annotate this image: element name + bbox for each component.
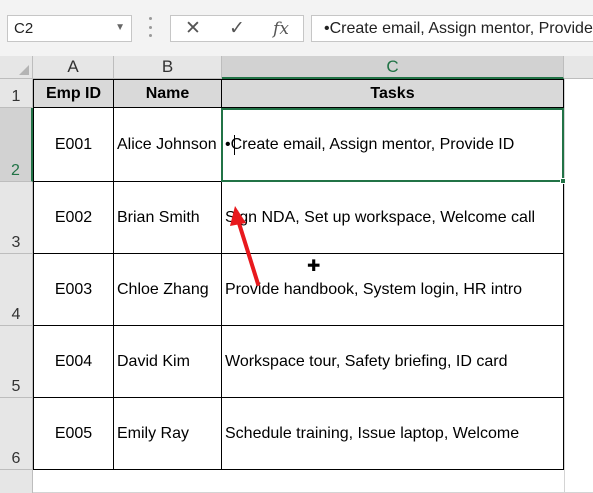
- cell-tasks[interactable]: •Create email, Assign mentor, Provide ID: [222, 108, 564, 182]
- cancel-icon[interactable]: ✕: [178, 17, 208, 40]
- formula-text[interactable]: •Create email, Assign mentor, Provide ID: [324, 20, 593, 38]
- cell-emp-id[interactable]: E001: [33, 108, 114, 182]
- enter-icon[interactable]: ✓: [222, 17, 252, 40]
- cell-tasks[interactable]: Schedule training, Issue laptop, Welcome: [222, 398, 564, 470]
- formula-bar: C2 ▼ ✕ ✓ fx •Create email, Assign mentor…: [0, 0, 593, 56]
- cell-name[interactable]: Alice Johnson: [114, 108, 222, 182]
- row-header-3[interactable]: 3: [0, 182, 33, 254]
- cell-tasks[interactable]: Workspace tour, Safety briefing, ID card: [222, 326, 564, 398]
- cell-tasks[interactable]: Provide handbook, System login, HR intro: [222, 254, 564, 326]
- more-dots-icon: [147, 17, 153, 37]
- column-header-d[interactable]: [564, 56, 593, 79]
- formula-buttons: ✕ ✓ fx: [170, 15, 304, 42]
- column-header-b[interactable]: B: [114, 56, 222, 79]
- plus-cursor-icon: ✚: [307, 258, 321, 275]
- cell-emp-id[interactable]: E004: [33, 326, 114, 398]
- cell-emp-id[interactable]: E003: [33, 254, 114, 326]
- name-box[interactable]: C2 ▼: [7, 15, 132, 42]
- insert-function-icon[interactable]: fx: [266, 19, 296, 39]
- row-header-1[interactable]: 1: [0, 79, 33, 108]
- text-caret: [234, 135, 235, 155]
- select-all-button[interactable]: [0, 56, 33, 79]
- header-cell-name[interactable]: Name: [114, 79, 222, 108]
- column-header-a[interactable]: A: [33, 56, 114, 79]
- cell-tasks[interactable]: Sign NDA, Set up workspace, Welcome call: [222, 182, 564, 254]
- row-header-5[interactable]: 5: [0, 326, 33, 398]
- header-cell-emp-id[interactable]: Emp ID: [33, 79, 114, 108]
- cell-name[interactable]: David Kim: [114, 326, 222, 398]
- row-header-6[interactable]: 6: [0, 398, 33, 470]
- fill-handle[interactable]: [560, 178, 566, 184]
- column-header-c[interactable]: C: [222, 56, 564, 79]
- cell-name[interactable]: Chloe Zhang: [114, 254, 222, 326]
- cell-emp-id[interactable]: E005: [33, 398, 114, 470]
- formula-input[interactable]: •Create email, Assign mentor, Provide ID: [311, 15, 593, 42]
- chevron-down-icon[interactable]: ▼: [115, 22, 125, 33]
- worksheet-grid: A B C 1 2 3 4 5 6 Emp ID Name Tasks E001…: [0, 56, 593, 493]
- name-box-value[interactable]: C2: [14, 20, 33, 37]
- red-arrow-icon: [230, 206, 260, 286]
- cell-emp-id[interactable]: E002: [33, 182, 114, 254]
- cell-name[interactable]: Emily Ray: [114, 398, 222, 470]
- gridline: [564, 79, 565, 493]
- header-cell-tasks[interactable]: Tasks: [222, 79, 564, 108]
- row-header-7[interactable]: [0, 470, 33, 493]
- row-header-2[interactable]: 2: [0, 108, 33, 182]
- row-header-4[interactable]: 4: [0, 254, 33, 326]
- cell-name[interactable]: Brian Smith: [114, 182, 222, 254]
